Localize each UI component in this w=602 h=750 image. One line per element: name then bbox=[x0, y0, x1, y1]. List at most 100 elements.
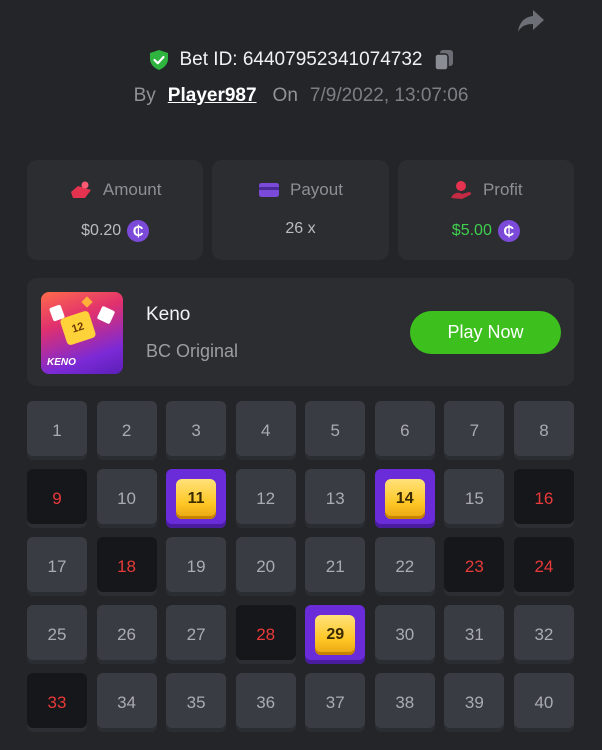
keno-cell-33[interactable]: 33 bbox=[27, 673, 87, 732]
keno-cell-number: 5 bbox=[330, 420, 340, 440]
game-title: Keno bbox=[146, 304, 191, 325]
keno-cell-19[interactable]: 19 bbox=[166, 537, 227, 596]
keno-cell-number: 25 bbox=[47, 624, 67, 644]
payout-card: Payout 26 x bbox=[212, 160, 389, 260]
keno-cell-37[interactable]: 37 bbox=[305, 673, 366, 732]
player-link[interactable]: Player987 bbox=[168, 85, 257, 107]
by-label: By bbox=[133, 85, 156, 106]
keno-cell-12[interactable]: 12 bbox=[235, 469, 296, 528]
keno-cell-8[interactable]: 8 bbox=[513, 401, 574, 460]
keno-cell-number: 38 bbox=[395, 692, 415, 712]
keno-cell-number: 17 bbox=[47, 556, 67, 576]
profit-value: $5.00 bbox=[451, 222, 492, 239]
keno-cell-number: 22 bbox=[395, 556, 415, 576]
keno-cell-20[interactable]: 20 bbox=[235, 537, 296, 596]
keno-cell-35[interactable]: 35 bbox=[166, 673, 227, 732]
gem-tile-icon: 14 bbox=[384, 478, 425, 519]
amount-label: Amount bbox=[102, 180, 162, 199]
keno-cell-25[interactable]: 25 bbox=[27, 605, 87, 664]
keno-cell-40[interactable]: 40 bbox=[513, 673, 574, 732]
keno-cell-number: 21 bbox=[325, 556, 345, 576]
keno-cell-number: 34 bbox=[117, 692, 137, 712]
keno-cell-number: 13 bbox=[325, 488, 345, 508]
bet-id-label: Bet ID: bbox=[179, 49, 238, 70]
keno-cell-29[interactable]: 29 bbox=[305, 605, 366, 664]
keno-cell-number: 18 bbox=[117, 556, 137, 576]
bet-id-value: 64407952341074732 bbox=[242, 49, 423, 70]
gem-tile-icon: 29 bbox=[315, 614, 356, 655]
keno-cell-34[interactable]: 34 bbox=[96, 673, 157, 732]
copy-icon[interactable] bbox=[433, 48, 455, 72]
amount-icon bbox=[70, 181, 91, 198]
keno-cell-14[interactable]: 14 bbox=[374, 469, 435, 528]
keno-thumbnail[interactable]: 12 KENO bbox=[41, 292, 123, 374]
keno-cell-number: 10 bbox=[117, 488, 137, 508]
keno-cell-13[interactable]: 13 bbox=[305, 469, 366, 528]
keno-cell-32[interactable]: 32 bbox=[513, 605, 574, 664]
keno-cell-31[interactable]: 31 bbox=[444, 605, 505, 664]
payout-icon bbox=[259, 183, 280, 197]
keno-cell-4[interactable]: 4 bbox=[235, 401, 296, 460]
verified-shield-icon bbox=[149, 50, 168, 70]
keno-cell-number: 30 bbox=[395, 624, 415, 644]
keno-cell-27[interactable]: 27 bbox=[166, 605, 227, 664]
payout-label: Payout bbox=[290, 180, 343, 199]
keno-cell-9[interactable]: 9 bbox=[27, 469, 87, 528]
keno-cell-number: 31 bbox=[464, 624, 484, 644]
keno-cell-18[interactable]: 18 bbox=[96, 537, 157, 596]
keno-cell-number: 3 bbox=[191, 420, 201, 440]
keno-cell-11[interactable]: 11 bbox=[166, 469, 227, 528]
thumbnail-label: KENO bbox=[47, 357, 76, 368]
game-subtitle: BC Original bbox=[146, 341, 239, 361]
keno-cell-3[interactable]: 3 bbox=[166, 401, 227, 460]
gem-tile-icon: 11 bbox=[176, 478, 217, 519]
keno-cell-24[interactable]: 24 bbox=[513, 537, 574, 596]
keno-cell-26[interactable]: 26 bbox=[96, 605, 157, 664]
keno-cell-15[interactable]: 15 bbox=[444, 469, 505, 528]
keno-cell-23[interactable]: 23 bbox=[444, 537, 505, 596]
bet-id-text: Bet ID: 64407952341074732 bbox=[180, 49, 423, 71]
keno-cell-2[interactable]: 2 bbox=[96, 401, 157, 460]
keno-cell-number: 8 bbox=[539, 420, 549, 440]
on-label: On bbox=[272, 85, 298, 106]
payout-value: 26 x bbox=[285, 220, 316, 237]
keno-cell-7[interactable]: 7 bbox=[444, 401, 505, 460]
keno-cell-30[interactable]: 30 bbox=[374, 605, 435, 664]
keno-cell-36[interactable]: 36 bbox=[235, 673, 296, 732]
keno-cell-21[interactable]: 21 bbox=[305, 537, 366, 596]
keno-cell-number: 33 bbox=[47, 692, 67, 712]
keno-cell-39[interactable]: 39 bbox=[444, 673, 505, 732]
coin-icon: ₵ bbox=[127, 220, 150, 242]
amount-value: $0.20 bbox=[81, 222, 122, 239]
keno-cell-17[interactable]: 17 bbox=[27, 537, 87, 596]
keno-cell-number: 40 bbox=[534, 692, 554, 712]
keno-board: 1 2 3 4 5 6 7 8 9 10 11 12 13 14 15 16 17 18 19 20 21 22 23 24 2… bbox=[27, 401, 574, 732]
bet-meta-row: By Player987 On 7/9/2022, 13:07:06 bbox=[0, 85, 602, 107]
keno-cell-number: 2 bbox=[121, 420, 132, 440]
keno-cell-22[interactable]: 22 bbox=[374, 537, 435, 596]
keno-cell-number: 1 bbox=[52, 420, 62, 440]
keno-cell-number: 19 bbox=[186, 556, 206, 576]
keno-cell-38[interactable]: 38 bbox=[374, 673, 435, 732]
keno-cell-number: 15 bbox=[464, 488, 484, 508]
play-now-button[interactable]: Play Now bbox=[410, 311, 561, 354]
amount-card: Amount $0.20 ₵ bbox=[27, 160, 204, 260]
keno-cell-number: 24 bbox=[534, 556, 554, 576]
keno-cell-16[interactable]: 16 bbox=[513, 469, 574, 528]
bet-stats: Amount $0.20 ₵ Payout 26 x Profit $5.00 … bbox=[27, 160, 574, 260]
keno-cell-number: 23 bbox=[464, 556, 484, 576]
keno-cell-5[interactable]: 5 bbox=[305, 401, 366, 460]
keno-cell-1[interactable]: 1 bbox=[27, 401, 87, 460]
share-icon[interactable] bbox=[516, 8, 546, 34]
keno-cell-number: 26 bbox=[117, 624, 137, 644]
keno-cell-28[interactable]: 28 bbox=[235, 605, 296, 664]
keno-cell-number: 27 bbox=[186, 624, 206, 644]
keno-cell-number: 36 bbox=[256, 692, 276, 712]
bet-id-row: Bet ID: 64407952341074732 bbox=[0, 48, 602, 72]
keno-cell-10[interactable]: 10 bbox=[96, 469, 157, 528]
keno-cell-number: 7 bbox=[469, 420, 480, 440]
keno-cell-6[interactable]: 6 bbox=[374, 401, 435, 460]
keno-cell-number: 32 bbox=[534, 624, 554, 644]
profit-icon bbox=[450, 181, 472, 199]
profit-label: Profit bbox=[482, 180, 523, 199]
